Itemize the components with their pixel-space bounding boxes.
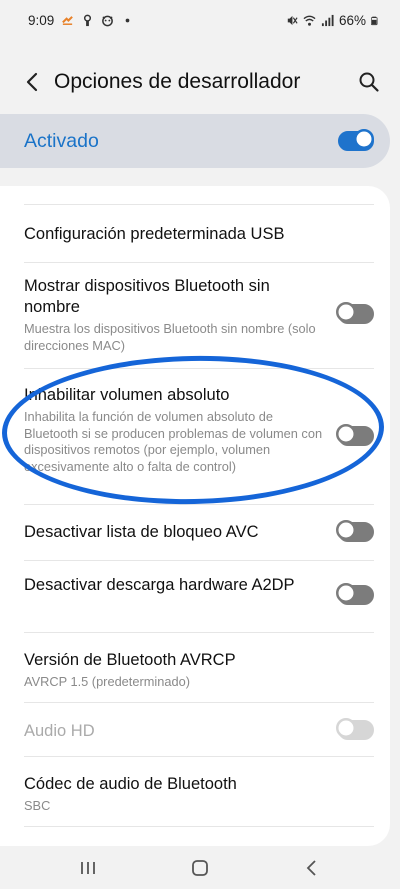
- setting-title: Mostrar dispositivos Bluetooth sin nombr…: [24, 277, 270, 316]
- setting-title: Desactivar lista de bloqueo AVC: [24, 523, 259, 541]
- divider: [24, 702, 374, 703]
- nav-back-icon[interactable]: [300, 856, 324, 880]
- divider: [24, 368, 374, 369]
- setting-subtitle: AVRCP 1.5 (predeterminado): [24, 674, 190, 689]
- navigation-bar: [0, 846, 400, 889]
- audio-hd-toggle: [338, 720, 374, 740]
- mute-icon: [287, 15, 298, 25]
- setting-title: Desactivar descarga hardware A2DP: [24, 576, 295, 594]
- setting-bluetooth-audio-codec[interactable]: Códec de audio de Bluetooth SBC: [24, 774, 324, 815]
- back-arrow-icon[interactable]: [20, 69, 46, 95]
- setting-subtitle: Inhabilita la función de volumen absolut…: [24, 409, 323, 474]
- recents-icon[interactable]: [76, 856, 100, 880]
- divider: [24, 560, 374, 561]
- setting-subtitle: Muestra los dispositivos Bluetooth sin n…: [24, 321, 316, 353]
- setting-show-unnamed-bluetooth[interactable]: Mostrar dispositivos Bluetooth sin nombr…: [24, 276, 324, 354]
- divider: [24, 826, 374, 827]
- setting-title: Versión de Bluetooth AVRCP: [24, 651, 236, 669]
- disable-a2dp-hw-offload-toggle[interactable]: [338, 585, 374, 605]
- battery-icon: [371, 16, 378, 25]
- settings-list: · · Configuración predeterminada USB Mos…: [0, 186, 390, 846]
- setting-subtitle: SBC: [24, 798, 51, 813]
- master-switch-label: Activado: [24, 130, 99, 152]
- disable-avc-blocklist-toggle[interactable]: [338, 522, 374, 542]
- setting-title: Inhabilitar volumen absoluto: [24, 386, 230, 404]
- setting-disable-a2dp-hw-offload[interactable]: Desactivar descarga hardware A2DP: [24, 575, 304, 596]
- divider: [24, 204, 374, 205]
- dot-icon: [125, 18, 130, 22]
- signal-icon: [321, 14, 334, 26]
- divider: [24, 262, 374, 263]
- wifi-icon: [303, 15, 316, 26]
- divider: [24, 632, 374, 633]
- status-time: 9:09: [28, 12, 55, 28]
- setting-bluetooth-avrcp-version[interactable]: Versión de Bluetooth AVRCP AVRCP 1.5 (pr…: [24, 650, 324, 691]
- setting-audio-hd: Audio HD: [24, 721, 324, 742]
- mascot-icon: [102, 15, 114, 26]
- app-header: Opciones de desarrollador: [0, 56, 400, 108]
- developer-options-master-switch[interactable]: Activado: [0, 114, 390, 168]
- disable-absolute-volume-toggle[interactable]: [338, 426, 374, 446]
- setting-disable-absolute-volume[interactable]: Inhabilitar volumen absoluto Inhabilita …: [24, 385, 324, 475]
- page-title: Opciones de desarrollador: [54, 70, 301, 93]
- home-icon[interactable]: [188, 856, 212, 880]
- battery-percent: 66%: [338, 12, 366, 28]
- search-icon[interactable]: [356, 69, 382, 95]
- setting-disable-avc-blocklist[interactable]: Desactivar lista de bloqueo AVC: [24, 522, 324, 543]
- lock-icon: [84, 14, 92, 26]
- status-bar: 9:09 66%: [0, 0, 400, 40]
- divider: [24, 504, 374, 505]
- divider: [24, 756, 374, 757]
- master-toggle[interactable]: [338, 131, 374, 151]
- setting-title: Audio HD: [24, 722, 95, 740]
- show-unnamed-bluetooth-toggle[interactable]: [338, 304, 374, 324]
- setting-usb-default-config[interactable]: Configuración predeterminada USB: [24, 224, 324, 245]
- setting-title: Configuración predeterminada USB: [24, 225, 285, 243]
- missed-call-icon: [62, 15, 74, 25]
- clipped-previous-item: · ·: [24, 186, 40, 191]
- setting-title: Códec de audio de Bluetooth: [24, 775, 237, 793]
